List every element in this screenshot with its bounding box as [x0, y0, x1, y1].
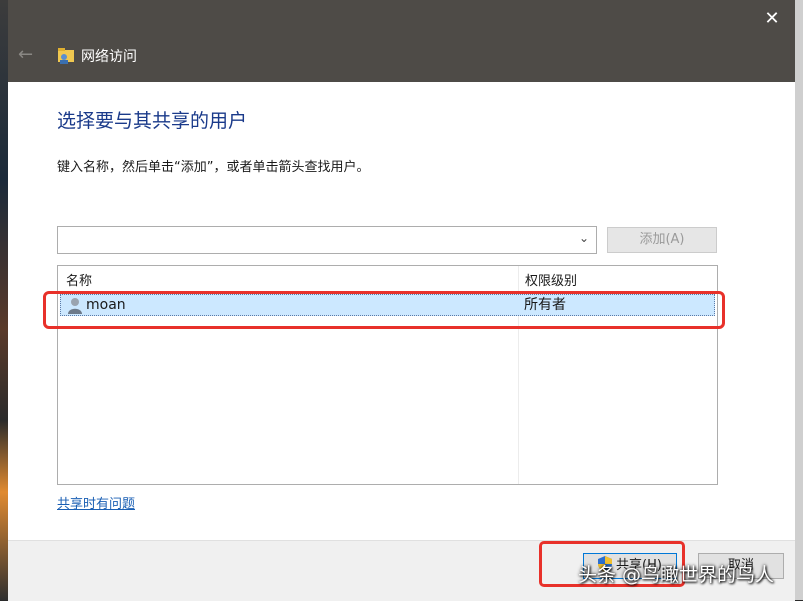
column-header-permission[interactable]: 权限级别	[525, 270, 577, 289]
page-title: 选择要与其共享的用户	[57, 110, 248, 132]
network-folder-icon	[58, 48, 74, 64]
user-permission-list[interactable]: 名称 权限级别 moan 所有者	[57, 265, 718, 485]
watermark-text: 头条 @鸟瞰世界的鸟人	[578, 564, 775, 586]
close-button[interactable]: ✕	[757, 4, 787, 34]
instruction-text: 键入名称，然后单击“添加”，或者单击箭头查找用户。	[57, 160, 370, 175]
user-name-input[interactable]	[58, 227, 573, 253]
row-permission-level[interactable]: 所有者	[524, 296, 566, 314]
window-title: 网络访问	[81, 49, 137, 65]
chevron-down-icon[interactable]: ⌄	[576, 231, 592, 249]
back-arrow-icon: ←	[18, 44, 34, 65]
table-row[interactable]: moan 所有者	[60, 294, 715, 316]
list-header: 名称 权限级别	[58, 266, 717, 290]
sharing-help-link[interactable]: 共享时有问题	[57, 493, 135, 512]
title-bar: ✕ ← 网络访问	[8, 0, 795, 82]
row-user-name: moan	[86, 297, 126, 313]
user-name-combobox[interactable]: ⌄	[57, 226, 597, 254]
column-header-name[interactable]: 名称	[66, 270, 92, 289]
back-button[interactable]: ←	[18, 44, 38, 66]
close-icon: ✕	[764, 8, 780, 29]
desktop-background-right	[795, 0, 803, 600]
user-icon	[68, 298, 82, 314]
add-button[interactable]: 添加(A)	[607, 227, 717, 253]
network-access-dialog: ✕ ← 网络访问 选择要与其共享的用户 键入名称，然后单击“添加”，或者单击箭头…	[8, 0, 795, 601]
